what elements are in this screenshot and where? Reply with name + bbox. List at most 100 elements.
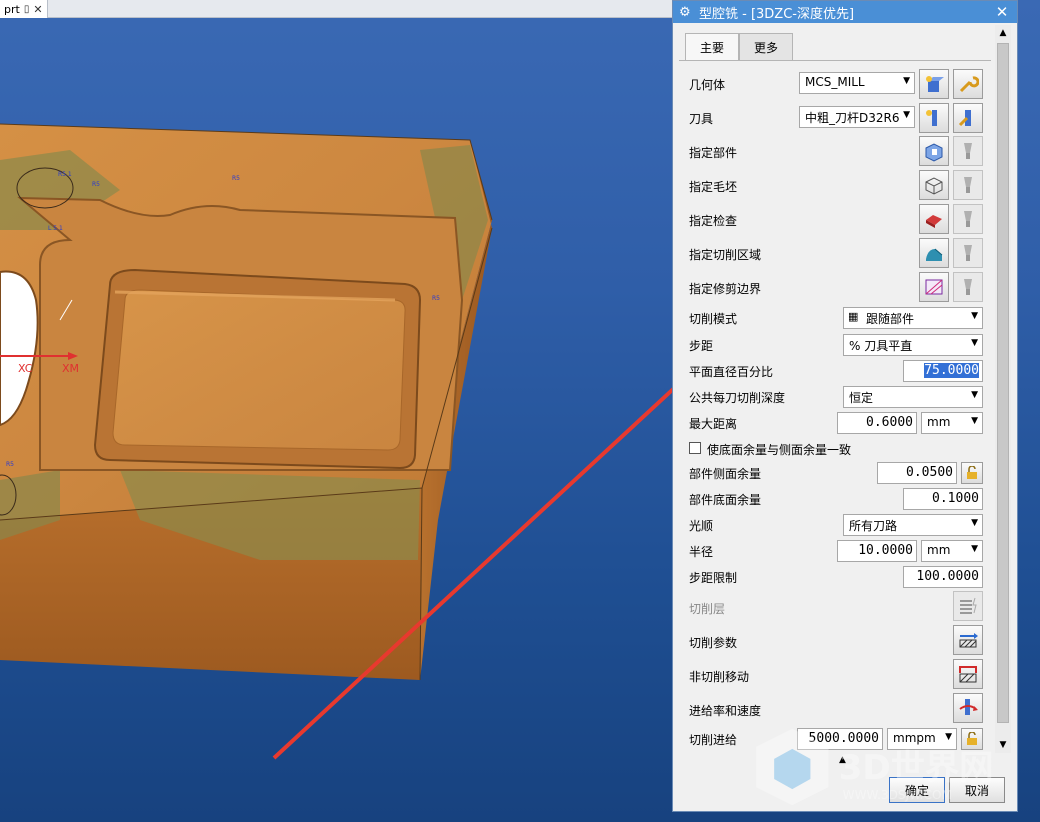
cut-levels-row: 切削层 (679, 591, 991, 625)
depth-per-cut-row: 公共每刀切削深度 恒定 ▼ (679, 384, 991, 410)
stepover-limit-value: 100.0000 (916, 569, 979, 584)
display-blank-button[interactable] (953, 170, 983, 200)
max-distance-label: 最大距离 (689, 417, 738, 431)
part-floor-stock-value: 0.1000 (932, 491, 979, 506)
feeds-speeds-button[interactable] (953, 693, 983, 723)
specify-trim-row: 指定修剪边界 (679, 270, 991, 304)
tool-select[interactable]: 中粗_刀杆D32R6 ▼ (799, 106, 915, 128)
smoothing-select[interactable]: 所有刀路 ▼ (843, 514, 983, 536)
new-geometry-button[interactable] (919, 69, 949, 99)
scroll-down-icon[interactable]: ▼ (995, 737, 1011, 753)
document-tab[interactable]: prt ▯ ✕ (0, 0, 48, 18)
max-distance-unit-select[interactable]: mm ▼ (921, 412, 983, 434)
follow-part-icon: ▦ (848, 310, 859, 323)
cut-feed-unit-select[interactable]: mmpm ▼ (887, 728, 957, 750)
display-check-button[interactable] (953, 204, 983, 234)
part-side-stock-input[interactable]: 0.0500 (877, 462, 957, 484)
create-geometry-icon (926, 76, 944, 92)
select-check-button[interactable] (919, 204, 949, 234)
specify-trim-label: 指定修剪边界 (689, 282, 762, 296)
document-modified-icon: ▯ (23, 3, 30, 15)
gear-icon: ⚙ (679, 4, 691, 20)
flashlight-icon (964, 211, 972, 227)
dialog-content: 主要 更多 几何体 MCS_MILL ▼ 刀具 中粗_刀杆D32R6 ▼ 指定部… (679, 23, 991, 753)
smoothing-value: 所有刀路 (849, 519, 898, 533)
scroll-up-icon[interactable]: ▲ (995, 25, 1011, 41)
ok-button[interactable]: 确定 (889, 777, 945, 803)
new-tool-button[interactable] (919, 103, 949, 133)
specify-check-label: 指定检查 (689, 214, 738, 228)
axis-label-xm: XM (62, 362, 79, 375)
tab-main[interactable]: 主要 (685, 33, 740, 61)
part-side-stock-value: 0.0500 (906, 465, 953, 480)
select-blank-button[interactable] (919, 170, 949, 200)
cut-feed-input[interactable]: 5000.0000 (797, 728, 883, 750)
specify-cut-area-label: 指定切削区域 (689, 248, 762, 262)
graphics-window[interactable]: R5.1 R5 R5 L 5.1 R5 R5 XC XM prt ▯ ✕ (0, 0, 672, 822)
select-cut-area-button[interactable] (919, 238, 949, 268)
stepover-select[interactable]: % 刀具平直 ▼ (843, 334, 983, 356)
create-tool-icon (926, 110, 937, 126)
floor-same-as-side-row: 使底面余量与侧面余量一致 (679, 436, 991, 462)
percent-flat-label: 平面直径百分比 (689, 365, 774, 379)
lock-button[interactable] (961, 728, 983, 750)
cut-params-button[interactable] (953, 625, 983, 655)
percent-flat-row: 平面直径百分比 75.0000 (679, 358, 991, 384)
max-distance-input[interactable]: 0.6000 (837, 412, 917, 434)
close-icon[interactable]: ✕ (987, 3, 1017, 21)
flashlight-icon (964, 143, 972, 159)
display-cut-area-button[interactable] (953, 238, 983, 268)
geometry-select[interactable]: MCS_MILL ▼ (799, 72, 915, 94)
trim-boundary-icon (925, 279, 943, 295)
tab-more[interactable]: 更多 (739, 33, 794, 61)
dimension-label: R5 (432, 295, 440, 302)
stepover-label: 步距 (689, 339, 714, 353)
feeds-speeds-label: 进给率和速度 (689, 704, 762, 718)
radius-unit: mm (927, 543, 951, 557)
percent-flat-input[interactable]: 75.0000 (903, 360, 983, 382)
feeds-speeds-row: 进给率和速度 (679, 693, 991, 727)
edit-geometry-button[interactable] (953, 69, 983, 99)
document-tab-label: prt (4, 2, 20, 16)
dialog-title: 型腔铣 - [3DZC-深度优先] (699, 6, 855, 22)
dialog-scrollbar[interactable]: ▲ ▼ (995, 25, 1011, 753)
chevron-down-icon: ▼ (971, 518, 978, 528)
display-part-button[interactable] (953, 136, 983, 166)
dimension-label: R5 (232, 175, 240, 182)
radius-input[interactable]: 10.0000 (837, 540, 917, 562)
smoothing-label: 光顺 (689, 519, 714, 533)
cut-params-row: 切削参数 (679, 625, 991, 659)
depth-per-cut-select[interactable]: 恒定 ▼ (843, 386, 983, 408)
cut-pattern-value: 跟随部件 (866, 312, 915, 326)
cavity-mill-dialog: ⚙ 型腔铣 - [3DZC-深度优先] ✕ 主要 更多 几何体 MCS_MILL… (672, 0, 1018, 812)
part-floor-stock-label: 部件底面余量 (689, 493, 762, 507)
close-icon[interactable]: ✕ (33, 3, 42, 16)
cut-levels-button[interactable] (953, 591, 983, 621)
display-trim-button[interactable] (953, 272, 983, 302)
chevron-down-icon: ▼ (903, 76, 910, 86)
specify-blank-row: 指定毛坯 (679, 168, 991, 202)
floor-same-as-side-checkbox[interactable] (689, 442, 701, 454)
axis-label-xc: XC (18, 362, 33, 375)
dialog-titlebar[interactable]: ⚙ 型腔铣 - [3DZC-深度优先] ✕ (673, 1, 1017, 23)
cut-feed-unit: mmpm (893, 731, 936, 745)
select-part-button[interactable] (919, 136, 949, 166)
cut-pattern-select[interactable]: ▦ 跟随部件 ▼ (843, 307, 983, 329)
tool-row: 刀具 中粗_刀杆D32R6 ▼ (679, 100, 991, 134)
edit-tool-button[interactable] (953, 103, 983, 133)
collapse-icon[interactable]: ▲ (839, 755, 846, 765)
scroll-thumb[interactable] (997, 43, 1009, 723)
chevron-down-icon: ▼ (971, 390, 978, 400)
cancel-button[interactable]: 取消 (949, 777, 1005, 803)
part-icon (925, 143, 943, 162)
lock-icon (967, 466, 977, 479)
lock-button[interactable] (961, 462, 983, 484)
geometry-select-value: MCS_MILL (805, 75, 865, 89)
percent-flat-value: 75.0000 (924, 363, 979, 378)
part-floor-stock-input[interactable]: 0.1000 (903, 488, 983, 510)
non-cut-moves-button[interactable] (953, 659, 983, 689)
select-trim-button[interactable] (919, 272, 949, 302)
radius-unit-select[interactable]: mm ▼ (921, 540, 983, 562)
part-model-view[interactable]: R5.1 R5 R5 L 5.1 R5 R5 XC XM (0, 0, 672, 822)
stepover-limit-input[interactable]: 100.0000 (903, 566, 983, 588)
